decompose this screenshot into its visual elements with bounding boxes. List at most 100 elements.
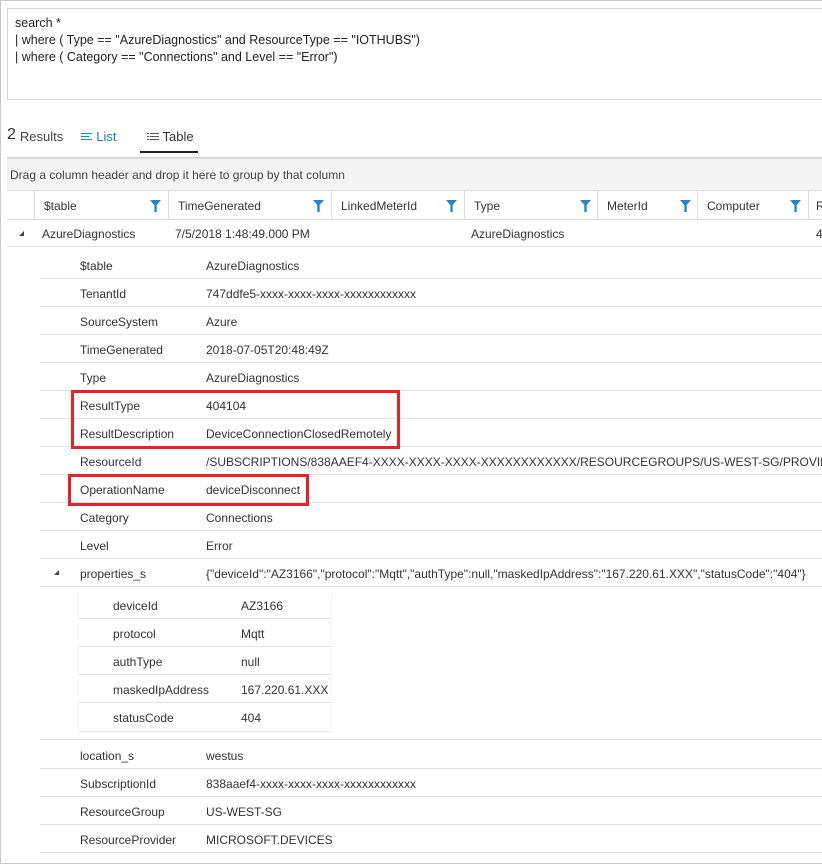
group-by-hint: Drag a column header and drop it here to… [10,168,345,182]
property-value: AZ3166 [241,599,284,613]
tab-table-label: Table [162,129,194,144]
collapse-icon[interactable] [54,570,59,575]
table-row[interactable]: AzureDiagnostics 7/5/2018 1:48:49.000 PM… [7,220,822,247]
property-value: 404 [241,711,262,725]
detail-row[interactable]: SubscriptionId 838aaef4-xxxx-xxxx-xxxx-xx… [40,769,822,797]
detail-key: location_s [80,749,135,763]
tab-table[interactable]: Table [139,129,198,153]
detail-row[interactable]: ResourceId/SUBSCRIPTIONS/838AAEF4-XXXX-X… [40,447,822,475]
column-header-linkedmeterid[interactable]: LinkedMeterId [331,191,464,220]
detail-key: SubscriptionId [80,777,157,791]
column-header-label: Computer [707,199,760,213]
property-value: Mqtt [241,627,265,641]
detail-value: westus [206,749,244,763]
column-header-label: Type [474,199,501,213]
detail-value: 747ddfe5-xxxx-xxxx-xxxx-xxxxxxxxxxxx [206,287,417,301]
detail-key: Type [80,371,107,385]
detail-value: 404104 [206,399,247,413]
query-line: | where ( Category == "Connections" and … [15,50,338,64]
detail-value: deviceDisconnect [206,483,301,497]
detail-key: ResourceGroup [80,805,165,819]
detail-row[interactable]: ResourceProvider MICROSOFT.DEVICES [40,825,822,853]
query-line: search * [15,16,61,30]
detail-key: ResourceId [80,455,142,469]
detail-value: {"deviceId":"AZ3166","protocol":"Mqtt","… [206,567,806,581]
detail-key: TenantId [80,287,127,301]
column-header-table[interactable]: $table [34,191,168,220]
detail-row[interactable]: $table AzureDiagnostics [40,251,822,279]
property-row[interactable]: maskedIpAddress 167.220.61.XXX [79,675,331,703]
property-row[interactable]: statusCode 404 [79,703,331,731]
collapse-icon[interactable] [19,231,24,236]
detail-key: SourceSystem [80,315,159,329]
detail-key: properties_s [80,567,147,581]
detail-key: Category [80,511,129,525]
detail-row[interactable]: TimeGenerated 2018-07-05T20:48:49Z [40,335,822,363]
divider [40,739,822,740]
detail-key: $table [80,259,113,273]
detail-row[interactable]: SourceSystem Azure [40,307,822,335]
detail-key: OperationName [80,483,165,497]
query-editor[interactable]: search * | where ( Type == "AzureDiagnost… [7,8,822,100]
tab-list[interactable]: List [81,129,117,144]
detail-row[interactable]: properties_s {"deviceId":"AZ3166","protoc… [40,559,822,587]
cell-type: AzureDiagnostics [471,227,565,241]
column-header-meterid[interactable]: MeterId [597,191,697,220]
column-header-type[interactable]: Type [464,191,597,220]
query-line: | where ( Type == "AzureDiagnostics" and… [15,33,420,47]
detail-value: AzureDiagnostics [206,259,300,273]
table-icon [146,132,159,141]
grid-header: $table TimeGenerated LinkedMeterId Type … [7,190,822,220]
detail-key: ResultType [80,399,141,413]
property-row[interactable]: deviceId AZ3166 [79,591,331,619]
property-key: protocol [113,627,156,641]
properties-nested-table: deviceId AZ3166 protocol Mqtt authType null ma… [79,591,331,731]
tab-list-label: List [96,129,117,144]
group-by-drop-zone[interactable]: Drag a column header and drop it here to… [7,157,822,190]
detail-key: TimeGenerated [80,343,163,357]
detail-row[interactable]: OperationName deviceDisconnect [40,475,822,503]
detail-value: 2018-07-05T20:48:49Z [206,343,329,357]
results-toolbar: 2 Results List Table [7,126,198,156]
detail-value: /SUBSCRIPTIONS/838AAEF4-XXXX-XXXX-XXXX-X… [206,455,822,469]
cell-timegenerated: 7/5/2018 1:48:49.000 PM [175,227,310,241]
detail-value: MICROSOFT.DEVICES [206,833,333,847]
detail-row[interactable]: Level Error [40,531,822,559]
detail-value: Azure [206,315,238,329]
detail-value: DeviceConnectionClosedRemotely [206,427,392,441]
detail-row[interactable]: Type AzureDiagnostics [40,363,822,391]
property-key: authType [113,655,163,669]
detail-row[interactable]: ResultDescription DeviceConnectionClosedR… [40,419,822,447]
detail-key: Level [80,539,109,553]
detail-value: 838aaef4-xxxx-xxxx-xxxx-xxxxxxxxxxxx [206,777,417,791]
property-value: null [241,655,260,669]
column-header-label: TimeGenerated [178,199,261,213]
detail-row[interactable]: Category Connections [40,503,822,531]
detail-key: ResourceProvider [80,833,177,847]
detail-row[interactable]: ResultType 404104 [40,391,822,419]
results-label: Results [19,129,64,144]
property-key: deviceId [113,599,158,613]
property-key: statusCode [113,711,174,725]
detail-row[interactable]: location_s westus [40,741,822,769]
detail-key: ResultDescription [80,427,175,441]
detail-row[interactable]: ResourceGroup US-WEST-SG [40,797,822,825]
column-header-r[interactable]: R [808,191,822,220]
property-row[interactable]: authType null [79,647,331,675]
column-header-timegenerated[interactable]: TimeGenerated [168,191,331,220]
column-header-label: $table [44,199,77,213]
cell-r: 4 [816,227,822,241]
detail-row[interactable]: TenantId 747ddfe5-xxxx-xxxx-xxxx-xxxxxxxx… [40,279,822,307]
detail-value: Error [206,539,233,553]
cell-table: AzureDiagnostics [42,227,136,241]
column-header-label: LinkedMeterId [341,199,418,213]
property-row[interactable]: protocol Mqtt [79,619,331,647]
detail-value: US-WEST-SG [206,805,283,819]
column-header-computer[interactable]: Computer [697,191,808,220]
property-key: maskedIpAddress [113,683,210,697]
column-header-label: R [816,199,822,213]
detail-value: Connections [206,511,273,525]
property-value: 167.220.61.XXX [241,683,329,697]
detail-value: AzureDiagnostics [206,371,300,385]
column-header-label: MeterId [607,199,648,213]
